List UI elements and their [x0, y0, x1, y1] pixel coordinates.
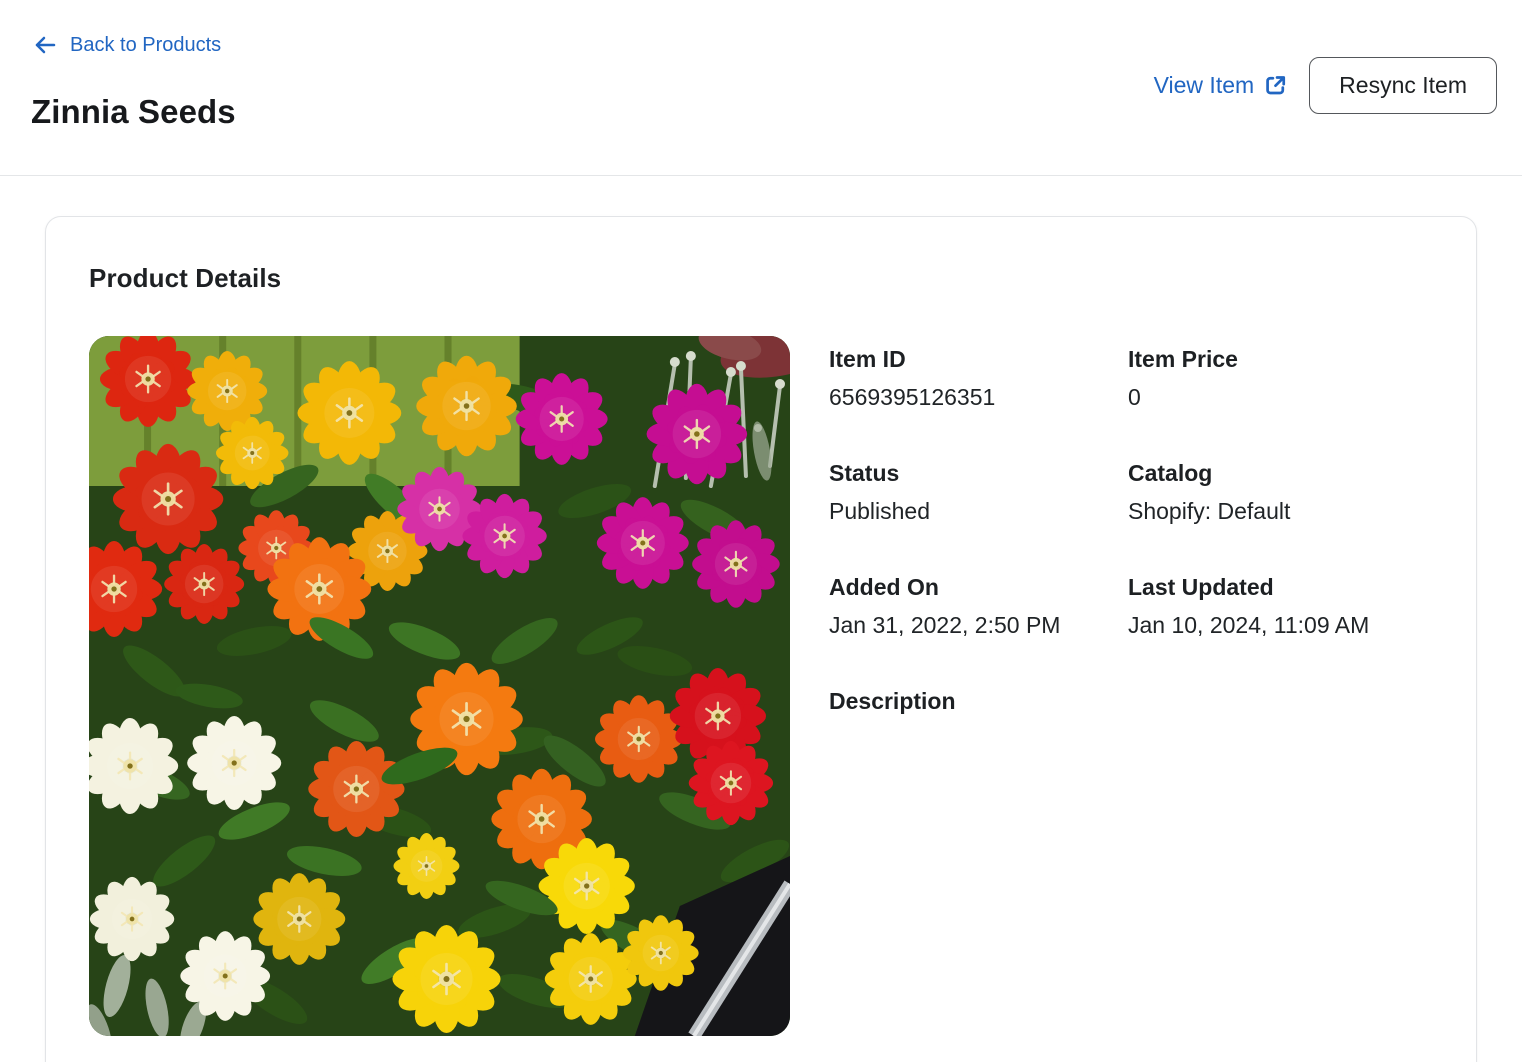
- product-image: [89, 336, 790, 1036]
- card-title: Product Details: [89, 263, 1433, 294]
- field-value: [829, 724, 1128, 755]
- product-details-card: Product Details: [45, 216, 1477, 1062]
- product-fields: Item ID 6569395126351 Item Price 0 Statu…: [829, 336, 1433, 755]
- field-value: Jan 31, 2022, 2:50 PM: [829, 610, 1128, 641]
- page-title: Zinnia Seeds: [31, 93, 236, 131]
- view-item-label: View Item: [1154, 72, 1255, 99]
- field-label: Last Updated: [1128, 572, 1433, 603]
- card-body: Item ID 6569395126351 Item Price 0 Statu…: [89, 336, 1433, 1036]
- external-link-icon: [1263, 73, 1288, 98]
- field-label: Catalog: [1128, 458, 1433, 489]
- field-value: Shopify: Default: [1128, 496, 1433, 527]
- field-value: 6569395126351: [829, 382, 1128, 413]
- main-content: Product Details: [0, 176, 1522, 1062]
- field-value: Published: [829, 496, 1128, 527]
- field-item-price: Item Price 0: [1128, 344, 1433, 413]
- field-label: Description: [829, 686, 1128, 717]
- field-value: Jan 10, 2024, 11:09 AM: [1128, 610, 1433, 641]
- header-actions: View Item Resync Item: [1154, 57, 1497, 114]
- page-header: Back to Products Zinnia Seeds View Item …: [0, 0, 1522, 176]
- field-added-on: Added On Jan 31, 2022, 2:50 PM: [829, 572, 1128, 641]
- field-value: 0: [1128, 382, 1433, 413]
- field-description: Description: [829, 686, 1128, 755]
- resync-item-button[interactable]: Resync Item: [1309, 57, 1497, 114]
- field-item-id: Item ID 6569395126351: [829, 344, 1128, 413]
- field-status: Status Published: [829, 458, 1128, 527]
- back-link-label: Back to Products: [70, 34, 221, 57]
- back-to-products-link[interactable]: Back to Products: [31, 33, 221, 57]
- field-label: Status: [829, 458, 1128, 489]
- back-arrow-icon: [31, 33, 59, 57]
- field-label: Added On: [829, 572, 1128, 603]
- field-label: Item Price: [1128, 344, 1433, 375]
- view-item-link[interactable]: View Item: [1154, 72, 1289, 99]
- field-catalog: Catalog Shopify: Default: [1128, 458, 1433, 527]
- field-label: Item ID: [829, 344, 1128, 375]
- field-last-updated: Last Updated Jan 10, 2024, 11:09 AM: [1128, 572, 1433, 641]
